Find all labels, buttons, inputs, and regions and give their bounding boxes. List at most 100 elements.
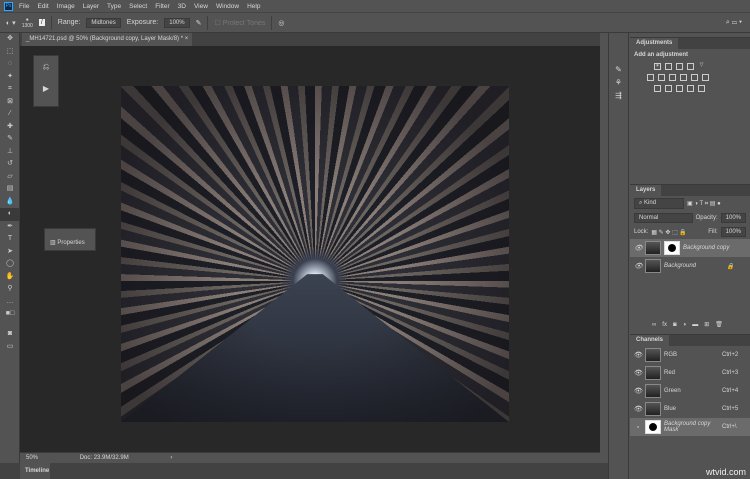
stamp-tool-icon[interactable]: ⊥: [0, 146, 20, 159]
protect-tones-checkbox[interactable]: ☐ Protect Tones: [214, 19, 265, 27]
dodge-tool-icon[interactable]: ◐: [0, 208, 20, 221]
channel-mixer-icon[interactable]: [691, 74, 698, 81]
screen-mode-icon[interactable]: ▭: [0, 341, 20, 354]
menu-help[interactable]: Help: [247, 3, 260, 10]
filter-kind-select[interactable]: ⌕ Kind: [634, 198, 684, 209]
visibility-eye-icon[interactable]: 👁: [634, 369, 643, 377]
brush-preset-picker[interactable]: ● 1300: [22, 17, 33, 29]
lock-icons[interactable]: ▦ ✎ ✥ ⬚ 🔒: [651, 229, 687, 236]
selective-color-icon[interactable]: [687, 85, 694, 92]
link-icon[interactable]: ∞: [652, 322, 656, 328]
brush-tool-icon[interactable]: ✎: [0, 133, 20, 146]
gradient-map-icon[interactable]: [698, 85, 705, 92]
menu-edit[interactable]: Edit: [37, 3, 48, 10]
hand-tool-icon[interactable]: ✋: [0, 271, 20, 284]
channel-row[interactable]: 👁 RGB Ctrl+2: [630, 346, 750, 364]
move-tool-icon[interactable]: ✥: [0, 33, 20, 46]
quick-select-tool-icon[interactable]: ✦: [0, 71, 20, 84]
color-lookup-icon[interactable]: [702, 74, 709, 81]
gradient-tool-icon[interactable]: ▤: [0, 183, 20, 196]
menu-view[interactable]: View: [194, 3, 208, 10]
search-icon[interactable]: ⌕ ▭ ▾: [726, 19, 742, 27]
curves-icon[interactable]: [676, 63, 683, 70]
range-select[interactable]: Midtones: [86, 17, 121, 28]
history-icon[interactable]: ⎌: [34, 62, 58, 72]
tab-channels[interactable]: Channels: [630, 335, 670, 346]
add-mask-icon[interactable]: ◙: [673, 322, 677, 328]
clone-source-icon[interactable]: ⚘: [609, 76, 628, 89]
zoom-tool-icon[interactable]: ⚲: [0, 283, 20, 296]
pressure-icon[interactable]: ◎: [278, 19, 284, 27]
menu-file[interactable]: File: [19, 3, 29, 10]
layer-row[interactable]: 👁 Background 🔒: [630, 257, 750, 275]
channel-row[interactable]: 👁 Green Ctrl+4: [630, 382, 750, 400]
menu-image[interactable]: Image: [57, 3, 75, 10]
invert-icon[interactable]: [654, 85, 661, 92]
opacity-input[interactable]: 100%: [720, 213, 746, 223]
photo-filter-icon[interactable]: [680, 74, 687, 81]
levels-icon[interactable]: [665, 63, 672, 70]
fill-input[interactable]: 100%: [720, 227, 746, 237]
visibility-eye-icon[interactable]: 👁: [634, 387, 643, 395]
fx-icon[interactable]: fx: [662, 322, 667, 328]
new-layer-icon[interactable]: ⊞: [704, 321, 709, 328]
blur-tool-icon[interactable]: 💧: [0, 196, 20, 209]
lasso-tool-icon[interactable]: ◌: [0, 58, 20, 71]
blend-mode-select[interactable]: Normal: [634, 213, 693, 223]
zoom-level[interactable]: 50%: [26, 455, 38, 461]
channel-row[interactable]: 👁 Red Ctrl+3: [630, 364, 750, 382]
delete-icon[interactable]: 🗑: [715, 321, 723, 328]
airbrush-icon[interactable]: ✎: [196, 19, 202, 27]
tab-timeline[interactable]: Timeline: [20, 463, 50, 479]
vibrance-icon[interactable]: ▽: [698, 63, 705, 70]
frame-tool-icon[interactable]: ⊠: [0, 96, 20, 109]
channel-row[interactable]: 👁 Blue Ctrl+5: [630, 400, 750, 418]
color-balance-icon[interactable]: [658, 74, 665, 81]
history-brush-tool-icon[interactable]: ↺: [0, 158, 20, 171]
threshold-icon[interactable]: [676, 85, 683, 92]
shape-tool-icon[interactable]: ◯: [0, 258, 20, 271]
exposure-icon[interactable]: [687, 63, 694, 70]
filter-icons[interactable]: ▣ ◑ T ⌗ ▤ ●: [687, 200, 721, 208]
path-select-tool-icon[interactable]: ➤: [0, 246, 20, 259]
channel-row[interactable]: ▫ Background copy Mask Ctrl+\: [630, 418, 750, 436]
visibility-eye-icon[interactable]: 👁: [634, 244, 643, 252]
menu-layer[interactable]: Layer: [83, 3, 99, 10]
layer-mask-thumbnail[interactable]: [664, 241, 680, 255]
brightness-icon[interactable]: ☀: [654, 63, 661, 70]
more-tools-icon[interactable]: …: [0, 296, 20, 309]
type-tool-icon[interactable]: T: [0, 233, 20, 246]
adjustment-layer-icon[interactable]: ◑: [683, 322, 687, 328]
document-image[interactable]: [121, 86, 509, 422]
status-menu-arrow-icon[interactable]: ›: [170, 455, 172, 461]
pen-tool-icon[interactable]: ✒: [0, 221, 20, 234]
menu-type[interactable]: Type: [107, 3, 121, 10]
brush-settings-icon[interactable]: /: [38, 19, 45, 26]
exposure-input[interactable]: 100%: [164, 17, 190, 28]
document-tab[interactable]: _MH14721.psd @ 50% (Background copy, Lay…: [22, 33, 192, 46]
color-swatches[interactable]: ■□: [0, 308, 20, 328]
paths-panel-icon[interactable]: ⇶: [609, 89, 628, 102]
close-icon[interactable]: ×: [185, 36, 189, 42]
crop-tool-icon[interactable]: ⌗: [0, 83, 20, 96]
group-icon[interactable]: ▬: [692, 322, 698, 328]
layer-row[interactable]: 👁 Background copy: [630, 239, 750, 257]
hue-saturation-icon[interactable]: [647, 74, 654, 81]
visibility-eye-icon[interactable]: 👁: [634, 351, 643, 359]
menu-3d[interactable]: 3D: [178, 3, 186, 10]
quick-mask-icon[interactable]: ◙: [0, 328, 20, 341]
menu-window[interactable]: Window: [216, 3, 239, 10]
posterize-icon[interactable]: [665, 85, 672, 92]
tab-layers[interactable]: Layers: [630, 185, 662, 196]
eraser-tool-icon[interactable]: ▱: [0, 171, 20, 184]
healing-tool-icon[interactable]: ✚: [0, 121, 20, 134]
visibility-eye-icon[interactable]: 👁: [634, 405, 643, 413]
menu-filter[interactable]: Filter: [155, 3, 169, 10]
properties-panel-collapsed[interactable]: ▥ Properties: [44, 228, 96, 251]
eyedropper-tool-icon[interactable]: ⁄: [0, 108, 20, 121]
black-white-icon[interactable]: [669, 74, 676, 81]
actions-play-icon[interactable]: ▶: [34, 84, 58, 93]
visibility-toggle-empty[interactable]: ▫: [634, 424, 642, 431]
menu-select[interactable]: Select: [129, 3, 147, 10]
visibility-eye-icon[interactable]: 👁: [634, 262, 643, 270]
